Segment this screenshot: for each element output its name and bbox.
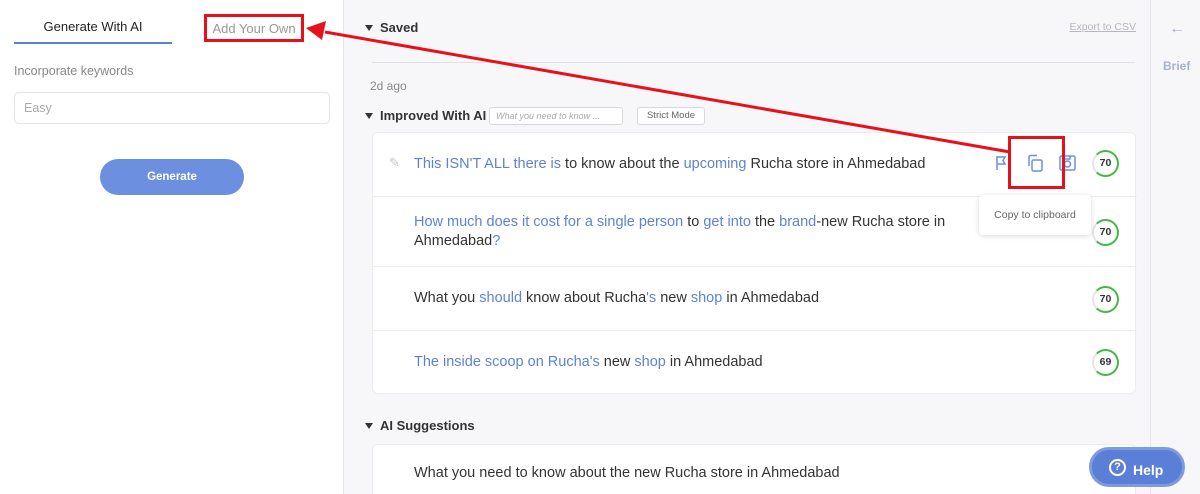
headline-text: This ISN'T ALL there is to know about th… [414,155,925,174]
plain-phrase: new [656,290,691,306]
keywords-label: Incorporate keywords [14,64,134,78]
highlighted-phrase: This ISN'T ALL there is [414,156,562,172]
score-badge: 69 [1092,349,1119,376]
plain-phrase: Rucha store in Ahmedabad [746,156,926,172]
generate-button[interactable]: Generate [100,159,244,195]
headline-row[interactable]: The inside scoop on Rucha's new shop in … [373,331,1137,394]
plain-phrase: in Ahmedabad [722,290,820,306]
arrow-left-icon[interactable]: ← [1169,20,1185,38]
plain-phrase: in Ahmedabad [665,354,763,370]
question-icon: ? [1109,459,1126,476]
highlighted-phrase: How much does it cost for a single perso… [414,214,684,230]
highlighted-phrase: shop [690,290,723,306]
caret-down-icon [365,24,373,31]
copy-tooltip: Copy to clipboard [979,195,1091,235]
saved-heading: Saved [380,20,419,35]
timestamp: 2d ago [370,79,407,93]
caret-down-icon [365,112,373,119]
plain-phrase: the [750,214,780,230]
pencil-icon[interactable]: ✎ [389,155,403,170]
suggestion-row[interactable]: What you need to know about the new Ruch… [372,444,1136,494]
headline-row[interactable]: ✎ This ISN'T ALL there is to know about … [373,133,1137,197]
help-button[interactable]: ? Help [1089,447,1185,487]
plain-phrase: What you [414,290,480,306]
plain-phrase: to [683,214,704,230]
brief-panel: ← Brief [1150,0,1200,494]
plain-phrase: to know about the [561,156,684,172]
improved-heading: Improved With AI [380,108,487,123]
export-csv-link[interactable]: Export to CSV [1069,21,1136,33]
tab-add-your-own[interactable]: Add Your Own [204,14,304,42]
highlighted-phrase: 's [646,290,657,306]
headline-text: What you should know about Rucha's new s… [414,289,819,308]
plain-phrase: know about Rucha [522,290,647,306]
highlighted-phrase: upcoming [683,156,747,172]
main-content: Saved Export to CSV 2d ago Improved With… [345,0,1150,494]
score-badge: 70 [1092,219,1119,246]
highlighted-phrase: get into [703,214,751,230]
highlighted-phrase: brand [779,214,817,230]
help-label: Help [1133,462,1164,478]
highlighted-phrase: shop [634,354,666,370]
improve-prompt-input[interactable]: What you need to know ... [489,107,623,125]
suggestion-text: What you need to know about the new Ruch… [414,465,840,481]
divider [372,62,1135,63]
score-badge: 70 [1092,286,1119,313]
copy-highlight-box [1008,136,1065,189]
left-panel: Generate With AI Add Your Own Incorporat… [0,0,344,494]
improved-card: ✎ This ISN'T ALL there is to know about … [372,132,1137,394]
highlighted-phrase: ? [492,233,501,249]
headline-text: How much does it cost for a single perso… [414,213,974,251]
plain-phrase: new [599,354,635,370]
keywords-input[interactable]: Easy [14,92,330,124]
strict-mode-button[interactable]: Strict Mode [637,107,705,125]
saved-section-toggle[interactable]: Saved [365,20,418,35]
brief-tab[interactable]: Brief [1163,59,1190,73]
caret-down-icon [365,422,373,429]
suggestions-heading: AI Suggestions [380,418,475,433]
score-badge: 70 [1092,150,1119,177]
tab-generate-with-ai[interactable]: Generate With AI [14,14,172,44]
highlighted-phrase: The inside scoop on Rucha's [414,354,600,370]
headline-text: The inside scoop on Rucha's new shop in … [414,353,763,372]
headline-row[interactable]: What you should know about Rucha's new s… [373,267,1137,331]
suggestions-section-toggle[interactable]: AI Suggestions [365,418,475,433]
highlighted-phrase: should [479,290,523,306]
flag-icon[interactable] [995,155,1007,171]
improved-section-toggle[interactable]: Improved With AI [365,108,486,123]
